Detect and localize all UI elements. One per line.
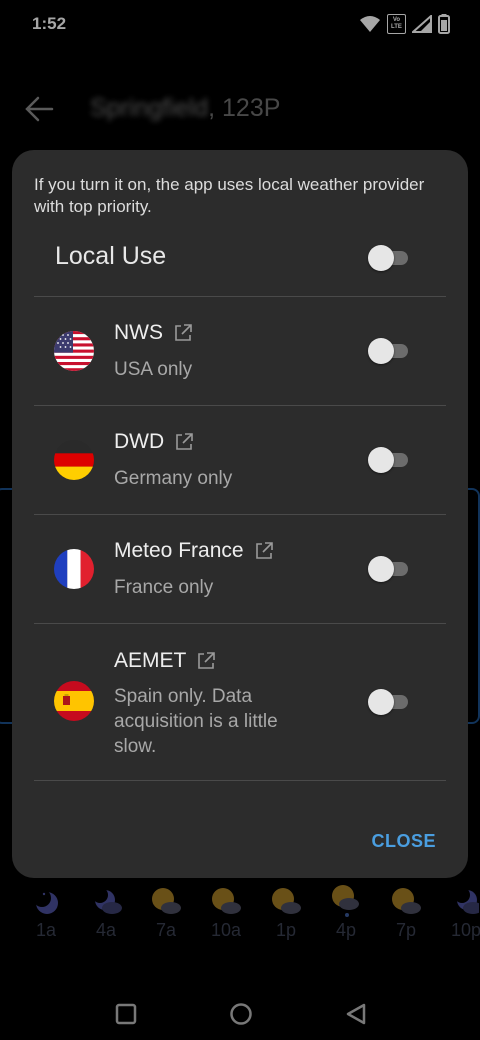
provider-row-aemet[interactable]: AEMET Spain only. Data acquisition is a …	[34, 624, 446, 780]
provider-row-nws[interactable]: NWS USA only	[34, 297, 446, 405]
switch-thumb	[368, 556, 394, 582]
provider-name-text: NWS	[114, 321, 163, 344]
provider-row-dwd[interactable]: DWD Germany only	[34, 406, 446, 514]
provider-name: DWD	[114, 430, 194, 454]
dialog-description: If you turn it on, the app uses local we…	[34, 175, 425, 216]
provider-description: Spain only. Data acquisition is a little…	[114, 686, 278, 757]
provider-switch-meteo-france[interactable]	[368, 555, 412, 583]
france-flag-icon	[54, 549, 94, 589]
local-use-row[interactable]: Local Use	[34, 236, 446, 296]
close-button[interactable]: CLOSE	[371, 831, 436, 852]
provider-name-text: AEMET	[114, 649, 187, 672]
germany-flag-icon	[54, 440, 94, 480]
provider-name: NWS	[114, 321, 193, 345]
provider-name: Meteo France	[114, 539, 274, 563]
switch-thumb	[368, 447, 394, 473]
usa-flag-icon	[54, 331, 94, 371]
provider-description: Germany only	[114, 468, 233, 489]
provider-row-meteo-france[interactable]: Meteo France France only	[34, 515, 446, 623]
external-link-icon[interactable]	[173, 323, 193, 343]
provider-switch-nws[interactable]	[368, 337, 412, 365]
provider-description: France only	[114, 577, 214, 598]
spain-flag-icon	[54, 681, 94, 721]
local-use-switch[interactable]	[368, 244, 412, 272]
provider-switch-aemet[interactable]	[368, 688, 412, 716]
switch-thumb	[368, 338, 394, 364]
local-use-label: Local Use	[55, 242, 167, 270]
switch-thumb	[368, 689, 394, 715]
external-link-icon[interactable]	[174, 432, 194, 452]
provider-name-text: DWD	[114, 430, 165, 453]
local-provider-dialog: If you turn it on, the app uses local we…	[12, 150, 468, 878]
external-link-icon[interactable]	[254, 541, 274, 561]
divider	[34, 780, 446, 781]
provider-switch-dwd[interactable]	[368, 446, 412, 474]
provider-name: AEMET	[114, 649, 216, 673]
provider-name-text: Meteo France	[114, 539, 244, 562]
switch-thumb	[368, 245, 394, 271]
external-link-icon[interactable]	[196, 651, 216, 671]
provider-description: USA only	[114, 359, 193, 380]
